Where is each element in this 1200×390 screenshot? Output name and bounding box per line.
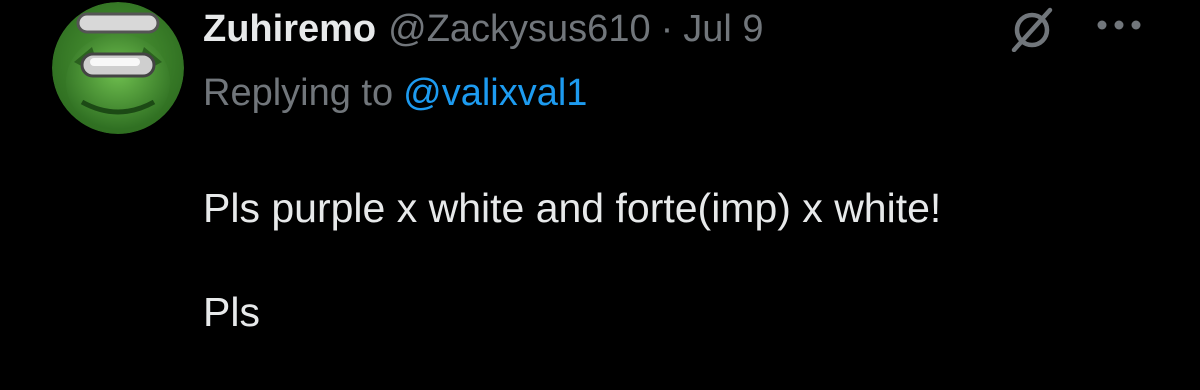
replying-to-line: Replying to @valixval1: [203, 68, 587, 118]
more-dots-icon[interactable]: [1094, 10, 1144, 40]
grok-icon[interactable]: [1000, 6, 1064, 52]
reply-handle-link[interactable]: @valixval1: [403, 72, 587, 114]
tweet-text-line-1: Pls purple x white and forte(imp) x whit…: [203, 185, 942, 231]
author-display-name[interactable]: Zuhiremo: [203, 4, 376, 54]
tweet-header: Zuhiremo @Zackysus610 · Jul 9: [203, 4, 764, 54]
author-handle[interactable]: @Zackysus610: [388, 4, 650, 54]
tweet-date[interactable]: Jul 9: [683, 4, 763, 54]
tweet-text: Pls purple x white and forte(imp) x whit…: [203, 130, 1163, 390]
replying-to-label: Replying to: [203, 72, 394, 114]
tweet-text-line-2: Pls: [203, 289, 260, 335]
header-separator: ·: [660, 8, 674, 50]
tweet[interactable]: Zuhiremo @Zackysus610 · Jul 9 Replying t…: [0, 0, 1200, 335]
avatar[interactable]: [52, 2, 184, 134]
green-crewmate-avatar-icon: [52, 2, 184, 134]
